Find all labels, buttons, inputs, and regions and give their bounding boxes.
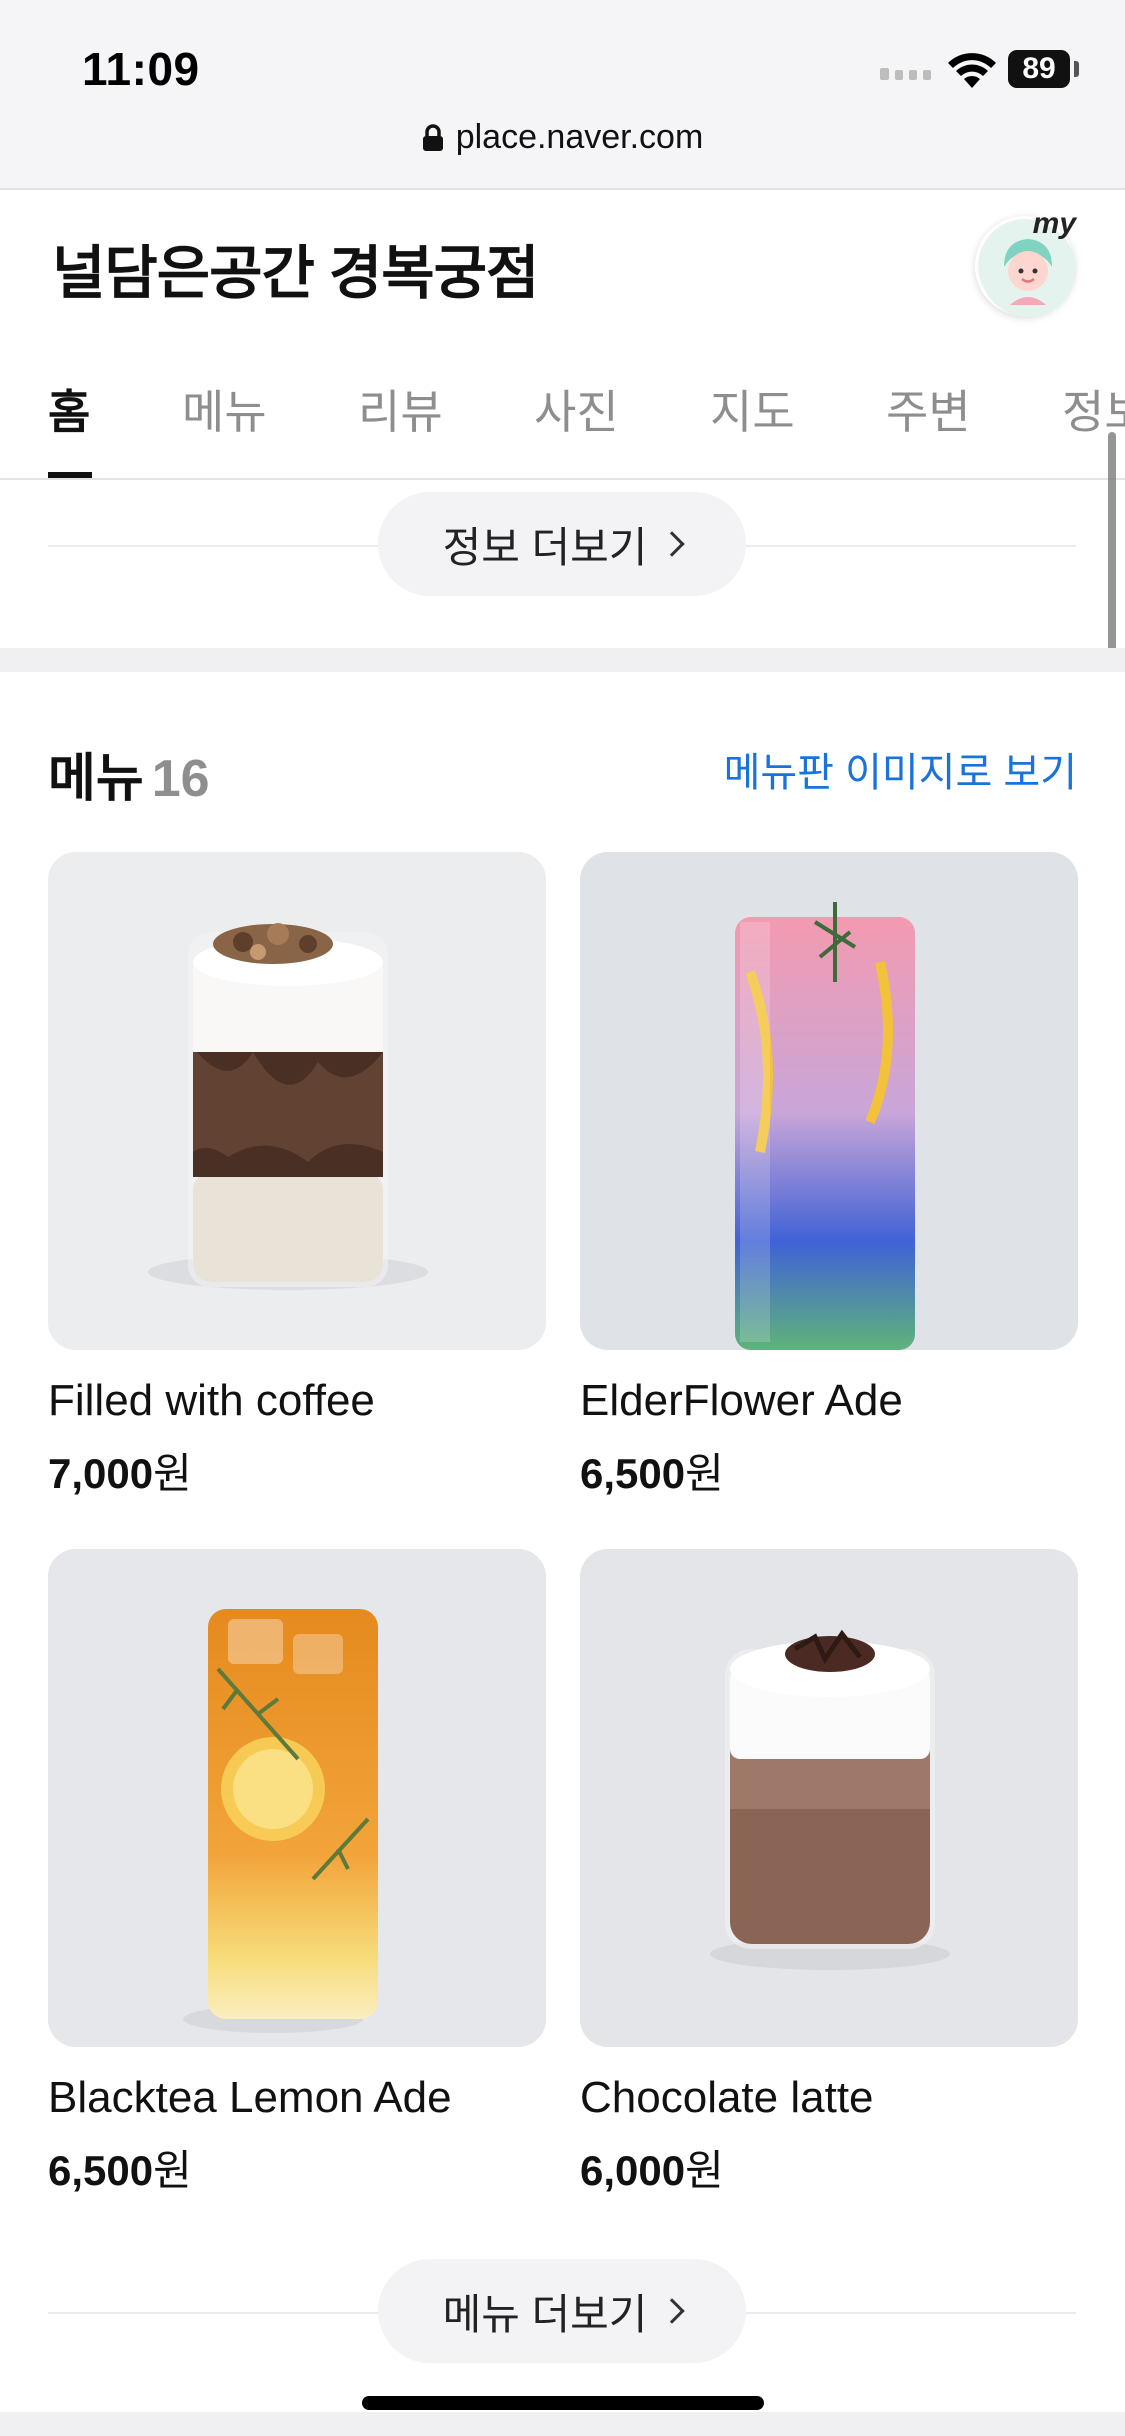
section-separator [0, 2412, 1125, 2436]
info-more-button[interactable]: 정보 더보기 [378, 492, 746, 596]
menu-board-image-link[interactable]: 메뉴판 이미지로 보기 [724, 740, 1077, 798]
tab-info[interactable]: 정보 [1062, 376, 1125, 442]
menu-item-price: 6,500원 [48, 2137, 546, 2198]
battery-tip [1074, 61, 1079, 77]
price-currency: 원 [153, 2147, 192, 2194]
status-time: 11:09 [82, 43, 200, 95]
price-value: 7,000 [48, 1450, 154, 1497]
menu-item-photo[interactable] [48, 852, 546, 1350]
address-bar[interactable]: place.naver.com [0, 118, 1125, 157]
menu-more-label: 메뉴 더보기 [442, 2290, 648, 2338]
tab-reviews[interactable]: 리뷰 [358, 376, 443, 442]
price-value: 6,000 [580, 2147, 686, 2194]
menu-item-name: Chocolate latte [580, 2073, 874, 2122]
url-text: place.naver.com [455, 118, 704, 156]
menu-item-card[interactable]: Chocolate latte 6,000원 [580, 1549, 1078, 2198]
menu-section-title: 메뉴 16 [48, 736, 210, 811]
chocolate-latte-photo [580, 1549, 1078, 2047]
menu-count: 16 [151, 750, 210, 808]
menu-item-photo[interactable] [580, 852, 1078, 1350]
tab-map[interactable]: 지도 [710, 376, 795, 442]
menu-item-photo[interactable] [580, 1549, 1078, 2047]
lock-icon [422, 123, 443, 151]
battery-icon: 89 [1008, 50, 1070, 88]
my-profile-button[interactable]: my [975, 207, 1076, 317]
menu-item-price: 6,000원 [580, 2137, 1078, 2198]
menu-item-name: Filled with coffee [48, 1376, 375, 1425]
price-currency: 원 [685, 1450, 724, 1497]
menu-item-name: ElderFlower Ade [580, 1376, 903, 1425]
section-separator [0, 648, 1125, 672]
menu-item-card[interactable]: ElderFlower Ade 6,500원 [580, 852, 1078, 1501]
wifi-icon [948, 53, 996, 88]
menu-item-name: Blacktea Lemon Ade [48, 2073, 452, 2122]
menu-heading-label: 메뉴 [48, 750, 144, 808]
tab-home[interactable]: 홈 [48, 376, 90, 442]
tab-photos[interactable]: 사진 [534, 376, 619, 442]
menu-item-price: 7,000원 [48, 1440, 546, 1501]
tab-menu[interactable]: 메뉴 [182, 376, 267, 442]
price-currency: 원 [153, 1450, 192, 1497]
elderflower-ade-photo [580, 852, 1078, 1350]
blacktea-lemon-ade-photo [48, 1549, 546, 2047]
price-value: 6,500 [580, 1450, 686, 1497]
chevron-right-icon [659, 531, 686, 557]
cellular-signal-icon [880, 68, 931, 80]
menu-item-price: 6,500원 [580, 1440, 1078, 1501]
active-tab-indicator [48, 472, 92, 478]
chevron-right-icon [659, 2298, 686, 2324]
home-indicator[interactable] [362, 2396, 764, 2410]
price-currency: 원 [685, 2147, 724, 2194]
scrollbar[interactable] [1108, 432, 1116, 660]
place-title: 널담은공간 경복궁점 [52, 241, 539, 306]
avatar-my-label: my [1032, 207, 1076, 240]
coffee-drink-photo [48, 852, 546, 1350]
menu-item-card[interactable]: Filled with coffee 7,000원 [48, 852, 546, 1501]
tab-bar: 홈 메뉴 리뷰 사진 지도 주변 정보 [0, 360, 1125, 480]
menu-item-photo[interactable] [48, 1549, 546, 2047]
menu-item-card[interactable]: Blacktea Lemon Ade 6,500원 [48, 1549, 546, 2198]
tab-nearby[interactable]: 주변 [886, 376, 971, 442]
price-value: 6,500 [48, 2147, 154, 2194]
browser-status-area: 11:09 89 place.naver.com [0, 0, 1125, 190]
menu-more-button[interactable]: 메뉴 더보기 [378, 2259, 746, 2363]
info-more-label: 정보 더보기 [442, 523, 648, 571]
